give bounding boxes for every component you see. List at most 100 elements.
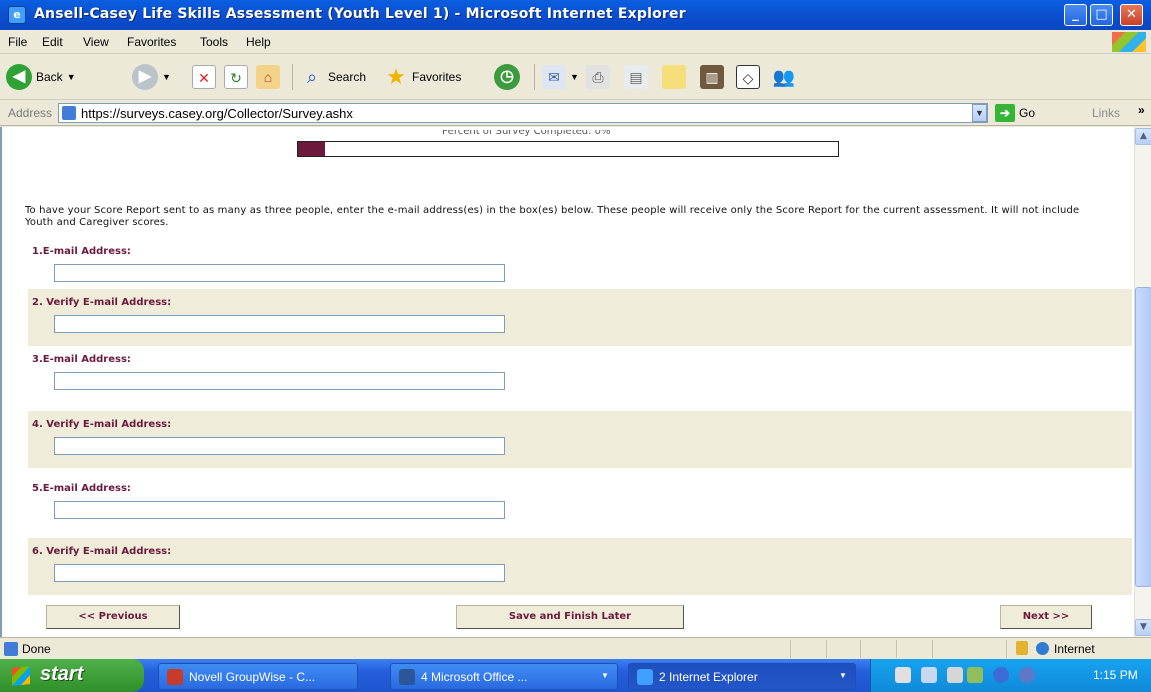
forward-arrow-icon: ▶ bbox=[132, 64, 158, 90]
address-label: Address bbox=[8, 106, 53, 120]
menu-favorites[interactable]: Favorites bbox=[127, 35, 176, 49]
links-label[interactable]: Links bbox=[1092, 106, 1120, 120]
chevron-down-icon: ▼ bbox=[66, 72, 76, 82]
question-number: 6. bbox=[32, 546, 43, 557]
taskbar-item-office[interactable]: 4 Microsoft Office ... ▼ bbox=[390, 663, 618, 690]
media-button[interactable]: ◇ bbox=[736, 60, 760, 94]
internet-globe-icon bbox=[1036, 642, 1049, 655]
window-title: Ansell-Casey Life Skills Assessment (You… bbox=[34, 6, 686, 22]
refresh-button[interactable]: ↻ bbox=[224, 60, 248, 94]
status-divider bbox=[896, 640, 897, 658]
edit-page-icon: ▤ bbox=[624, 65, 648, 89]
email-address-5-input[interactable] bbox=[54, 501, 505, 519]
question-row: 3.E-mail Address: bbox=[28, 346, 1132, 403]
next-button[interactable]: Next >> bbox=[1000, 605, 1092, 629]
back-button[interactable]: ◀ Back ▼ bbox=[6, 60, 76, 94]
forward-button[interactable]: ▶ ▼ bbox=[132, 60, 171, 94]
maximize-button[interactable]: □ bbox=[1090, 4, 1113, 26]
code-window-icon: ◇ bbox=[736, 65, 760, 89]
address-bar: Address https://surveys.casey.org/Collec… bbox=[0, 100, 1151, 126]
links-chevron[interactable]: » bbox=[1138, 103, 1145, 117]
chevron-down-icon: ▼ bbox=[570, 72, 579, 82]
chevron-down-icon: ▼ bbox=[975, 108, 984, 118]
help-tray-icon[interactable] bbox=[967, 667, 983, 683]
menu-edit[interactable]: Edit bbox=[42, 35, 63, 49]
address-dropdown-button[interactable]: ▼ bbox=[972, 104, 987, 122]
favorites-button[interactable]: ★ Favorites bbox=[384, 60, 461, 94]
toolbar: ◀ Back ▼ ▶ ▼ ✕ ↻ ⌂ ⌕ Search ★ Favorites … bbox=[0, 54, 1151, 100]
menu-tools[interactable]: Tools bbox=[200, 35, 228, 49]
question-label: 4. Verify E-mail Address: bbox=[32, 419, 171, 430]
lock-icon bbox=[1016, 641, 1028, 655]
print-icon: ⎙ bbox=[586, 65, 610, 89]
favorites-star-icon: ★ bbox=[386, 64, 406, 89]
research-book-icon: ▥ bbox=[700, 65, 724, 89]
scroll-up-button[interactable]: ▲ bbox=[1135, 128, 1151, 145]
question-row: 5.E-mail Address: bbox=[28, 475, 1132, 532]
mail-button[interactable]: ✉ ▼ bbox=[542, 60, 579, 94]
minimize-button[interactable]: _ bbox=[1064, 4, 1087, 26]
discuss-button[interactable] bbox=[662, 60, 686, 94]
back-tray-icon[interactable] bbox=[993, 667, 1009, 683]
start-button[interactable]: start bbox=[0, 659, 144, 692]
network-tray-icon[interactable] bbox=[921, 667, 937, 683]
survey-progress-bar bbox=[297, 141, 839, 157]
home-button[interactable]: ⌂ bbox=[256, 60, 280, 94]
verify-email-address-6-input[interactable] bbox=[54, 564, 505, 582]
progress-fill bbox=[298, 142, 325, 156]
search-icon: ⌕ bbox=[306, 67, 318, 87]
scroll-down-button[interactable]: ▼ bbox=[1135, 619, 1151, 636]
stop-button[interactable]: ✕ bbox=[192, 60, 216, 94]
close-button[interactable]: ✕ bbox=[1120, 4, 1143, 26]
scroll-thumb[interactable] bbox=[1135, 287, 1151, 587]
question-number: 1. bbox=[32, 246, 43, 257]
pen-tray-icon[interactable] bbox=[895, 667, 911, 683]
email-address-1-input[interactable] bbox=[54, 264, 505, 282]
question-label: 1.E-mail Address: bbox=[32, 246, 131, 257]
history-button[interactable]: ◷ bbox=[494, 60, 520, 94]
start-label: start bbox=[40, 663, 84, 685]
taskbar-item-internet-explorer[interactable]: 2 Internet Explorer ▼ bbox=[628, 663, 856, 690]
maximize-icon: □ bbox=[1095, 7, 1108, 22]
clock: 1:15 PM bbox=[1093, 668, 1138, 682]
page-icon bbox=[62, 106, 76, 120]
status-divider bbox=[790, 640, 791, 658]
address-field[interactable]: https://surveys.casey.org/Collector/Surv… bbox=[58, 103, 988, 123]
edit-button[interactable]: ▤ bbox=[624, 60, 648, 94]
chevron-down-icon: ▼ bbox=[601, 671, 609, 680]
menu-file[interactable]: File bbox=[8, 35, 27, 49]
messenger-people-icon: 👥 bbox=[772, 67, 796, 87]
taskbar-item-groupwise[interactable]: Novell GroupWise - C... bbox=[158, 663, 358, 690]
research-button[interactable]: ▥ bbox=[700, 60, 724, 94]
print-button[interactable]: ⎙ bbox=[586, 60, 610, 94]
windows-logo-icon bbox=[1112, 32, 1146, 52]
go-button[interactable]: ➔ Go bbox=[995, 104, 1035, 122]
chevron-down-icon: ▼ bbox=[162, 72, 171, 82]
tools-tray-icon[interactable] bbox=[947, 667, 963, 683]
status-text: Done bbox=[22, 642, 51, 656]
vertical-scrollbar[interactable]: ▲ ▼ bbox=[1134, 127, 1151, 637]
verify-email-address-2-input[interactable] bbox=[54, 315, 505, 333]
task-label: 2 Internet Explorer bbox=[659, 670, 758, 684]
email-address-3-input[interactable] bbox=[54, 372, 505, 390]
history-icon: ◷ bbox=[494, 64, 520, 90]
menu-view[interactable]: View bbox=[83, 35, 109, 49]
status-divider bbox=[932, 640, 933, 658]
verify-email-address-4-input[interactable] bbox=[54, 437, 505, 455]
save-and-finish-later-button[interactable]: Save and Finish Later bbox=[456, 605, 684, 629]
chevron-up-icon: ▲ bbox=[1140, 131, 1147, 141]
minimize-icon: _ bbox=[1072, 7, 1079, 22]
messenger-button[interactable]: 👥 bbox=[772, 60, 796, 94]
address-url[interactable]: https://surveys.casey.org/Collector/Surv… bbox=[81, 106, 353, 121]
previous-button[interactable]: << Previous bbox=[46, 605, 180, 629]
menu-help[interactable]: Help bbox=[246, 35, 271, 49]
question-label: 6. Verify E-mail Address: bbox=[32, 546, 171, 557]
folder-icon bbox=[662, 65, 686, 89]
back-arrow-icon: ◀ bbox=[6, 64, 32, 90]
security-zone: Internet bbox=[1054, 642, 1095, 656]
security-tray-icon[interactable] bbox=[1019, 667, 1035, 683]
question-number: 2. bbox=[32, 297, 43, 308]
search-button[interactable]: ⌕ Search bbox=[300, 60, 366, 94]
question-text: E-mail Address: bbox=[42, 354, 131, 365]
toolbar-separator bbox=[534, 64, 535, 90]
